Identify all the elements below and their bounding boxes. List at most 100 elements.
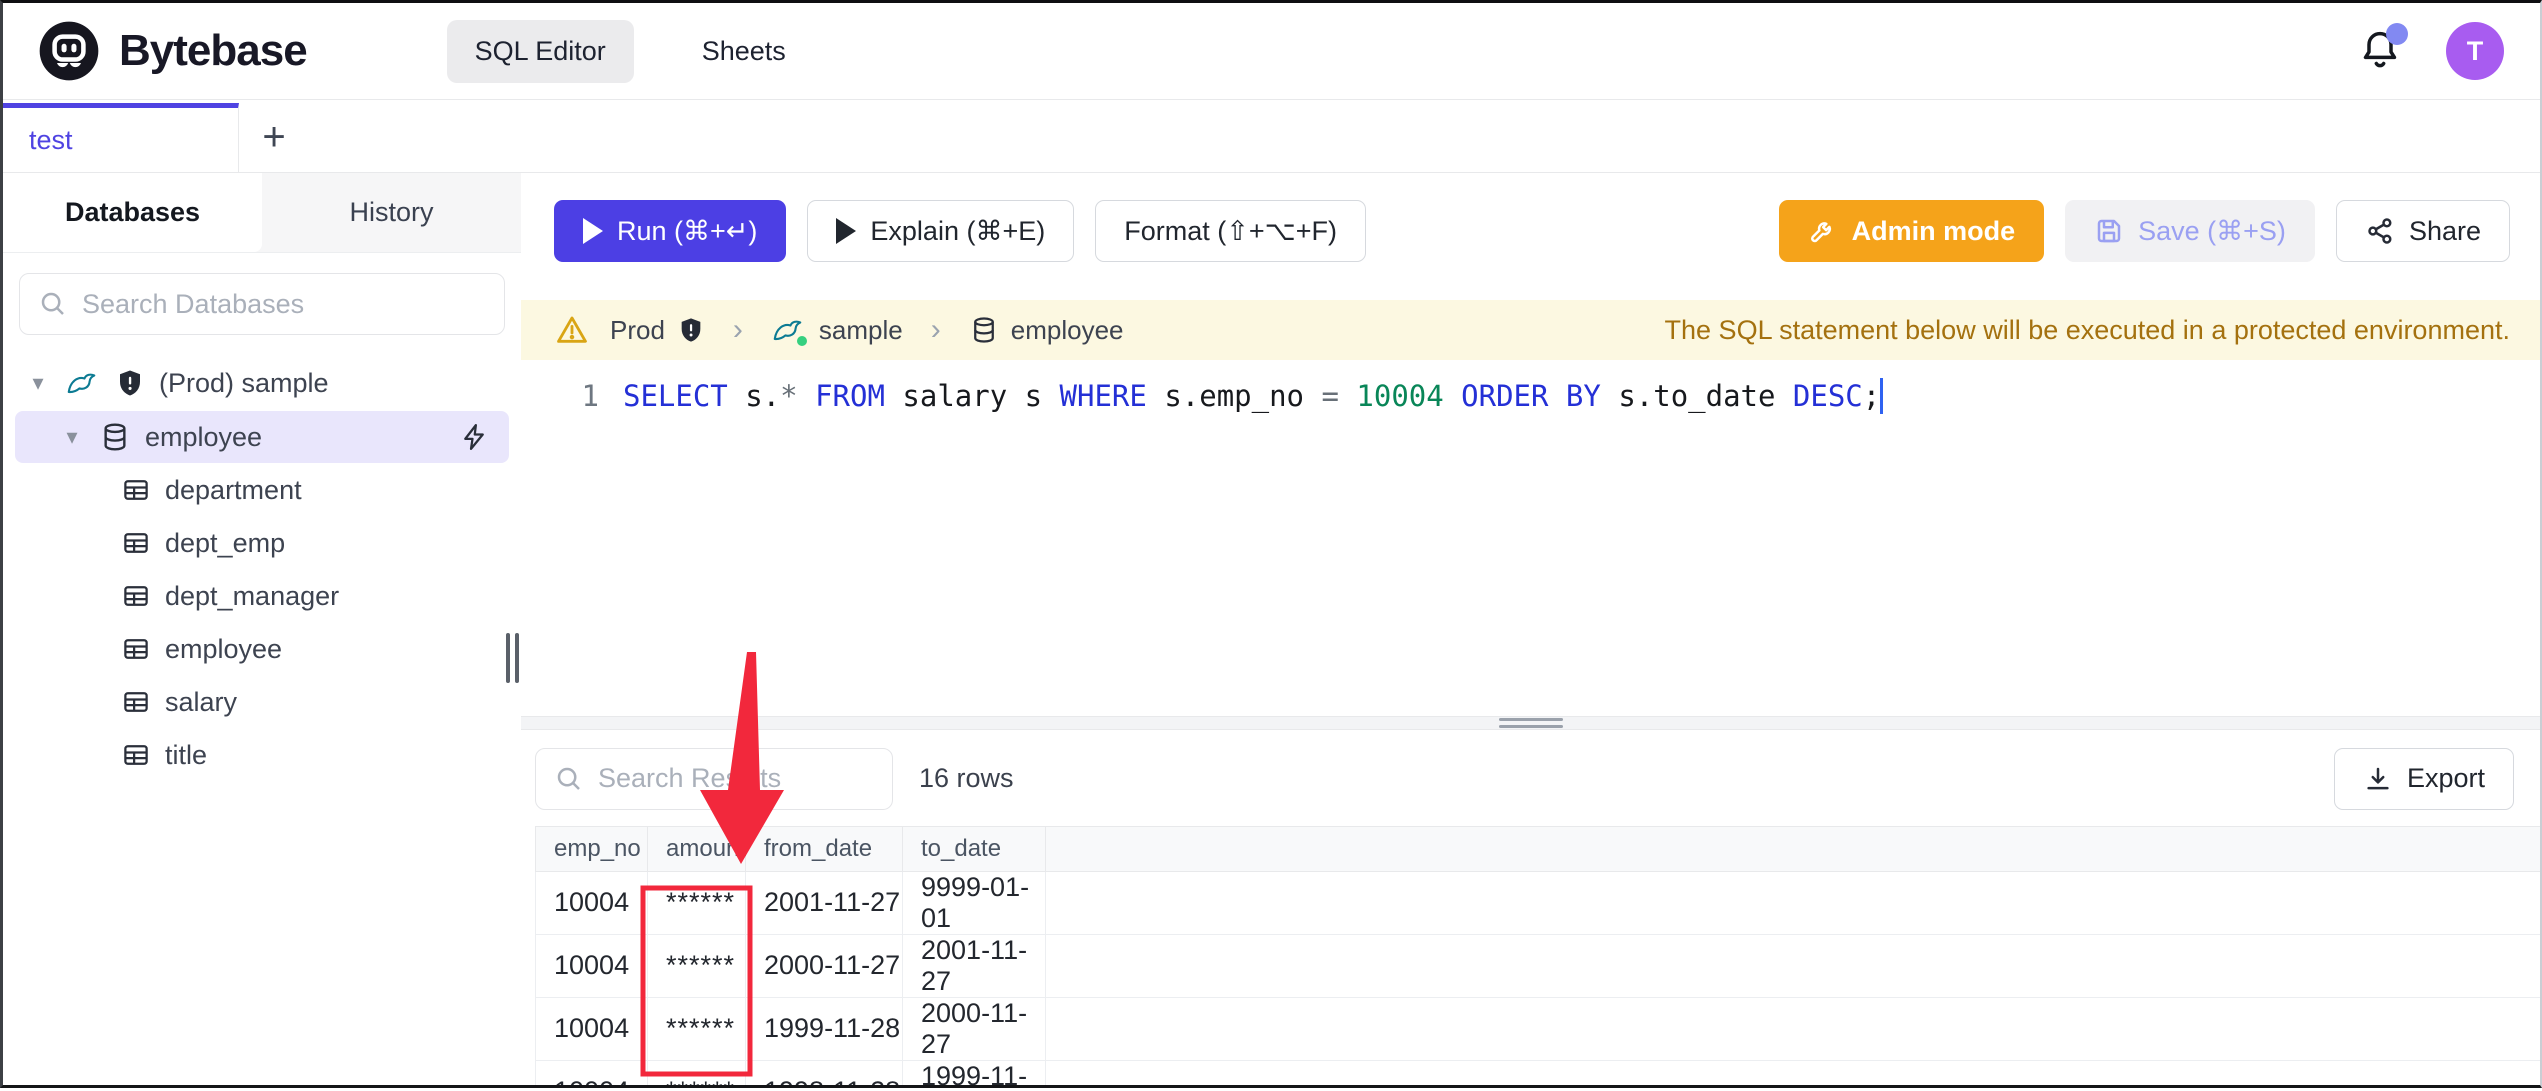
text-cursor (1880, 378, 1884, 414)
cell: 10004 (535, 997, 648, 1061)
shield-check-icon (115, 368, 145, 398)
tree-instance-prod-sample[interactable]: ▾ (Prod) sample (3, 357, 521, 409)
search-icon (38, 289, 68, 319)
notification-bell-icon[interactable] (2358, 23, 2408, 75)
share-button[interactable]: Share (2335, 200, 2510, 262)
nav-sheets[interactable]: Sheets (674, 20, 814, 83)
run-button[interactable]: Run (⌘+↵) (554, 200, 787, 262)
cell: 1999-11-28 (902, 1060, 1046, 1085)
tree-database-employee[interactable]: ▾ employee (15, 411, 509, 463)
sidebar: Databases History ▾ (3, 173, 521, 1085)
table-label: dept_emp (165, 527, 286, 558)
warning-triangle-icon (554, 313, 590, 347)
database-label: employee (145, 421, 263, 452)
format-button[interactable]: Format (⇧+⌥+F) (1095, 200, 1366, 262)
tree-table-title[interactable]: title (3, 729, 521, 781)
drag-grip-icon (1498, 717, 1563, 728)
main-panel: Run (⌘+↵) Explain (⌘+E) Format (⇧+⌥+F) A… (521, 173, 2540, 1085)
table-row[interactable]: 10004 ****** 2001-11-27 9999-01-01 (535, 871, 2540, 935)
cell: 1999-11-28 (745, 997, 903, 1061)
masked-cell: ****** (647, 934, 746, 998)
table-icon (121, 634, 151, 664)
cell-filler (1045, 871, 2540, 935)
sql-statement: SELECT s.* FROM salary s WHERE s.emp_no … (623, 379, 1881, 413)
wrench-icon (1808, 216, 1838, 246)
database-icon (99, 421, 131, 453)
cell-filler (1045, 997, 2540, 1061)
table-row[interactable]: 10004 ****** 2000-11-27 2001-11-27 (535, 934, 2540, 998)
results-panel-divider[interactable] (521, 715, 2540, 730)
brand-name: Bytebase (119, 26, 308, 75)
table-icon (121, 475, 151, 505)
protected-env-warning-text: The SQL statement below will be executed… (1664, 314, 2510, 345)
avatar[interactable]: T (2446, 22, 2504, 80)
explain-button[interactable]: Explain (⌘+E) (807, 200, 1075, 262)
masked-cell: ****** (647, 871, 746, 935)
table-label: title (165, 739, 208, 770)
tree-table-dept_emp[interactable]: dept_emp (3, 517, 521, 569)
result-grid: emp_no amount from_date to_date 10004 ******… (535, 825, 2540, 1085)
sql-code-line: 1 SELECT s.* FROM salary s WHERE s.emp_n… (521, 378, 1884, 414)
database-search (19, 273, 505, 335)
sheet-tab-test[interactable]: test (3, 103, 239, 172)
brand-logo[interactable]: Bytebase (37, 19, 308, 83)
protected-env-banner: Prod › sample › employee The SQL stateme… (521, 300, 2540, 360)
column-header-to_date: to_date (902, 825, 1046, 872)
column-header-from_date: from_date (745, 825, 903, 872)
sidebar-resize-handle[interactable] (506, 633, 522, 683)
result-grid-header: emp_no amount from_date to_date (535, 825, 2540, 872)
caret-down-icon[interactable]: ▾ (59, 424, 85, 450)
chevron-right-icon: › (930, 313, 941, 346)
column-header-emp_no: emp_no (535, 825, 648, 872)
cell-filler (1045, 1060, 2540, 1085)
chevron-right-icon: › (732, 313, 743, 346)
results-search (535, 747, 893, 810)
table-icon (121, 740, 151, 770)
line-number: 1 (581, 379, 599, 413)
cell: 9999-01-01 (902, 871, 1046, 935)
tab-history[interactable]: History (262, 173, 521, 252)
sidebar-tabs: Databases History (3, 173, 521, 253)
play-icon (836, 218, 857, 244)
admin-mode-button[interactable]: Admin mode (1778, 200, 2045, 262)
lightning-icon[interactable] (459, 422, 489, 452)
search-icon (554, 764, 584, 794)
tree-table-department[interactable]: department (3, 464, 521, 516)
table-label: dept_manager (165, 580, 340, 611)
cell: 2000-11-27 (902, 997, 1046, 1061)
notification-badge (2386, 23, 2408, 45)
cell: 1998-11-28 (745, 1060, 903, 1085)
table-row[interactable]: 10004******1998-11-281999-11-28 (535, 1060, 2540, 1085)
floppy-save-icon (2094, 216, 2124, 246)
cell-filler (1045, 934, 2540, 998)
search-results-input[interactable] (598, 763, 874, 794)
breadcrumb-environment[interactable]: Prod (610, 315, 705, 346)
search-databases-input[interactable] (82, 288, 486, 320)
table-icon (121, 581, 151, 611)
tree-table-employee[interactable]: employee (3, 623, 521, 675)
masked-cell: ****** (647, 997, 746, 1061)
sql-editor[interactable]: 1 SELECT s.* FROM salary s WHERE s.emp_n… (521, 360, 2540, 716)
masked-cell: ****** (647, 1060, 746, 1085)
results-header: 16 rows Export (521, 730, 2540, 826)
app-window: Bytebase SQL Editor Sheets T test + Data… (0, 0, 2542, 1088)
table-row[interactable]: 10004 ****** 1999-11-28 2000-11-27 (535, 997, 2540, 1061)
add-sheet-button[interactable]: + (239, 103, 309, 172)
cell: 10004 (535, 871, 648, 935)
export-button[interactable]: Export (2333, 747, 2514, 810)
cell: 2000-11-27 (745, 934, 903, 998)
nav-sql-editor[interactable]: SQL Editor (446, 19, 634, 83)
column-header-filler (1045, 825, 2540, 872)
tab-databases[interactable]: Databases (3, 173, 262, 252)
database-icon (969, 315, 999, 345)
mysql-dolphin-icon (65, 367, 101, 399)
shield-check-icon (677, 316, 705, 344)
tree-tables: department dept_emp dept_manager employee sa… (3, 464, 521, 781)
breadcrumb-database[interactable]: sample (771, 314, 903, 348)
column-header-amount: amount (647, 825, 746, 872)
tree-table-dept_manager[interactable]: dept_manager (3, 570, 521, 622)
caret-down-icon[interactable]: ▾ (25, 370, 51, 396)
tree-table-salary[interactable]: salary (3, 676, 521, 728)
save-button[interactable]: Save (⌘+S) (2065, 200, 2315, 262)
breadcrumb-table[interactable]: employee (969, 315, 1123, 346)
